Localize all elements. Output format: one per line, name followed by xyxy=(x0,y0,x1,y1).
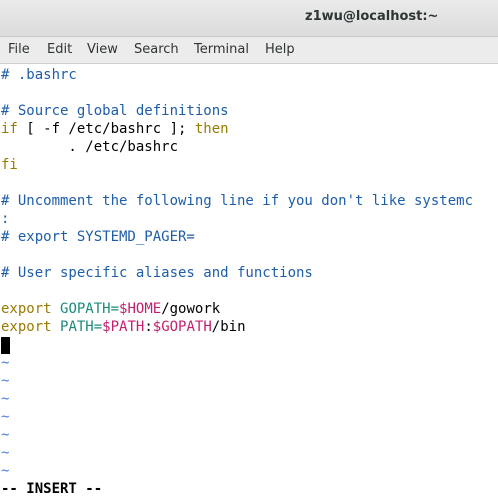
window-title: z1wu@localhost:~ xyxy=(305,9,439,24)
terminal-window: z1wu@localhost:~ File Edit View Search T… xyxy=(0,0,498,496)
editor-line: # export SYSTEMD_PAGER= xyxy=(1,229,195,245)
editor-line: export GOPATH=$HOME/gowork xyxy=(1,300,220,318)
code-text: [ -f /etc/bashrc ]; xyxy=(17,121,195,137)
editor-line: fi xyxy=(1,157,18,173)
editor-line: if [ -f /etc/bashrc ]; then xyxy=(1,120,229,138)
editor-line: # User specific aliases and functions xyxy=(1,265,313,281)
empty-line-tilde: ~ xyxy=(1,463,10,479)
menu-view[interactable]: View xyxy=(87,42,118,57)
code-text: /gowork xyxy=(161,301,221,317)
code-text: : xyxy=(144,319,153,335)
text-cursor xyxy=(1,337,10,354)
identifier: PATH= xyxy=(60,319,103,335)
editor-line: # Uncomment the following line if you do… xyxy=(1,193,474,209)
variable: $PATH xyxy=(102,319,145,335)
editor-line: # .bashrc xyxy=(1,67,77,83)
menu-file[interactable]: File xyxy=(8,42,30,57)
keyword: export xyxy=(1,319,52,335)
variable: $HOME xyxy=(119,301,162,317)
empty-line-tilde: ~ xyxy=(1,391,10,407)
empty-line-tilde: ~ xyxy=(1,409,10,425)
menu-search[interactable]: Search xyxy=(134,42,179,57)
keyword: then xyxy=(194,121,229,137)
terminal-content[interactable]: # .bashrc # Source global definitions if… xyxy=(0,64,498,496)
empty-line-tilde: ~ xyxy=(1,427,10,443)
empty-line-tilde: ~ xyxy=(1,445,10,461)
empty-line-tilde: ~ xyxy=(1,373,10,389)
menu-bar: File Edit View Search Terminal Help xyxy=(0,37,498,64)
editor-line: # Source global definitions xyxy=(1,103,229,119)
menu-help[interactable]: Help xyxy=(265,42,295,57)
identifier: GOPATH= xyxy=(60,301,120,317)
menu-terminal[interactable]: Terminal xyxy=(194,42,249,57)
code-text: /bin xyxy=(211,319,246,335)
keyword: if xyxy=(1,121,18,137)
editor-line: : xyxy=(1,211,10,227)
variable: $GOPATH xyxy=(152,319,212,335)
title-bar[interactable]: z1wu@localhost:~ xyxy=(0,0,498,37)
keyword: export xyxy=(1,301,52,317)
menu-edit[interactable]: Edit xyxy=(47,42,72,57)
empty-line-tilde: ~ xyxy=(1,355,10,371)
mode-indicator: -- INSERT -- xyxy=(1,481,103,496)
editor-line: export PATH=$PATH:$GOPATH/bin xyxy=(1,318,246,336)
editor-line: . /etc/bashrc xyxy=(1,139,179,155)
